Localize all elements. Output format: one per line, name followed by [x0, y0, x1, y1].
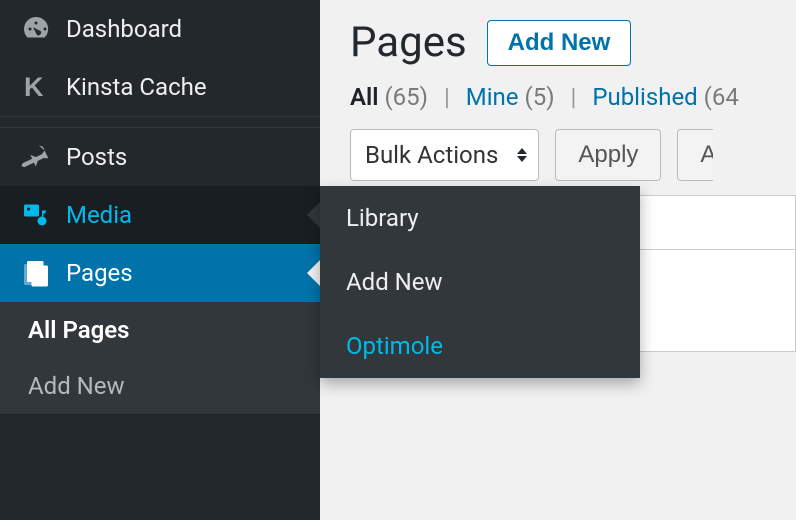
filter-published-label[interactable]: Published: [592, 83, 697, 111]
bulk-actions-label: Bulk Actions: [365, 141, 498, 169]
nav-label: Media: [66, 201, 132, 229]
filter-links: All (65) | Mine (5) | Published (64: [350, 83, 796, 111]
sidebar-item-pages[interactable]: Pages: [0, 244, 320, 302]
admin-sidebar: Dashboard K Kinsta Cache Posts Media Lib…: [0, 0, 320, 520]
submenu-item-all-pages[interactable]: All Pages: [0, 302, 320, 358]
filter-published-count: (64: [704, 83, 739, 111]
pin-icon: [18, 142, 54, 172]
sidebar-separator: [0, 116, 320, 128]
media-submenu-flyout: Library Add New Optimole: [320, 186, 640, 378]
filter-sep: |: [434, 83, 460, 111]
submenu-item-add-new[interactable]: Add New: [0, 358, 320, 414]
title-row: Pages Add New: [350, 18, 796, 67]
filter-sep: |: [561, 83, 587, 111]
nav-label: Dashboard: [66, 15, 182, 43]
nav-label: Kinsta Cache: [66, 73, 207, 101]
pages-icon: [18, 258, 54, 288]
filter-all-label[interactable]: All: [350, 83, 379, 111]
sidebar-item-media[interactable]: Media Library Add New Optimole: [0, 186, 320, 244]
nav-label: Posts: [66, 143, 127, 171]
sidebar-item-kinsta-cache[interactable]: K Kinsta Cache: [0, 58, 320, 116]
gauge-icon: [18, 14, 54, 44]
page-title: Pages: [350, 18, 467, 67]
apply-button[interactable]: Apply: [555, 129, 661, 181]
truncated-button[interactable]: A: [677, 129, 713, 181]
flyout-item-add-new[interactable]: Add New: [320, 250, 640, 314]
filter-mine-count: (5): [525, 83, 555, 111]
sidebar-item-posts[interactable]: Posts: [0, 128, 320, 186]
select-caret-icon: [516, 147, 528, 163]
bulk-actions-row: Bulk Actions Apply A: [350, 129, 796, 181]
sidebar-item-dashboard[interactable]: Dashboard: [0, 0, 320, 58]
pages-submenu: All Pages Add New: [0, 302, 320, 414]
bulk-actions-select[interactable]: Bulk Actions: [350, 129, 539, 181]
media-icon: [18, 200, 54, 230]
flyout-item-optimole[interactable]: Optimole: [320, 314, 640, 378]
nav-label: Pages: [66, 259, 133, 287]
add-new-button[interactable]: Add New: [487, 20, 632, 66]
filter-mine-label[interactable]: Mine: [466, 83, 519, 111]
k-icon: K: [18, 72, 54, 102]
filter-all-count: (65): [384, 83, 428, 111]
svg-text:K: K: [24, 72, 44, 102]
flyout-item-library[interactable]: Library: [320, 186, 640, 250]
